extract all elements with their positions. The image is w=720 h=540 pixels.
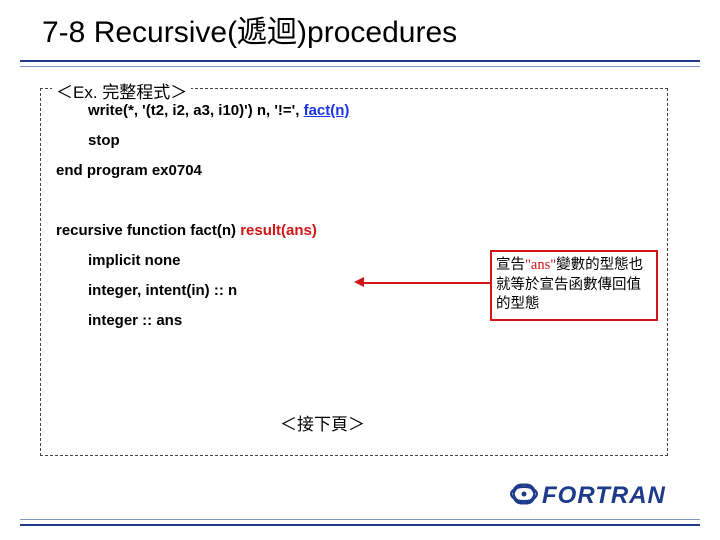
annotation-arrow-head: [354, 277, 364, 287]
code-line-7: integer :: ans: [56, 306, 456, 336]
code-line-5: implicit none: [56, 246, 456, 276]
code-line-2: stop: [56, 126, 456, 156]
annotation-text-1: 宣告: [496, 257, 525, 273]
code-line-6: integer, intent(in) :: n: [56, 276, 456, 306]
code-line-3: end program ex0704: [56, 156, 456, 186]
code-line-4: recursive function fact(n) result(ans): [56, 216, 456, 246]
slide-title: 7-8 Recursive(遞迴)procedures: [42, 16, 457, 51]
annotation-arrow-line: [358, 282, 490, 284]
code-block: write(*, '(t2, i2, a3, i10)') n, '!=', f…: [56, 96, 456, 336]
annotation-ans: "ans": [525, 257, 556, 273]
code-call-factn: fact(n): [304, 102, 350, 119]
logo-text: FORTRAN: [542, 482, 666, 509]
title-underline: [20, 60, 700, 67]
footer-underline: [20, 519, 700, 526]
slide: 7-8 Recursive(遞迴)procedures ＜Ex. 完整程式＞ w…: [0, 0, 720, 540]
continued-label: ＜接下頁＞: [280, 410, 365, 435]
code-blank: [56, 186, 456, 216]
code-result-ans: result(ans): [240, 222, 317, 239]
annotation-box: 宣告"ans"變數的型態也就等於宣告函數傳回值的型態: [490, 250, 658, 321]
code-line-1: write(*, '(t2, i2, a3, i10)') n, '!=', f…: [56, 96, 456, 126]
fortran-logo: FORTRAN: [510, 476, 692, 512]
